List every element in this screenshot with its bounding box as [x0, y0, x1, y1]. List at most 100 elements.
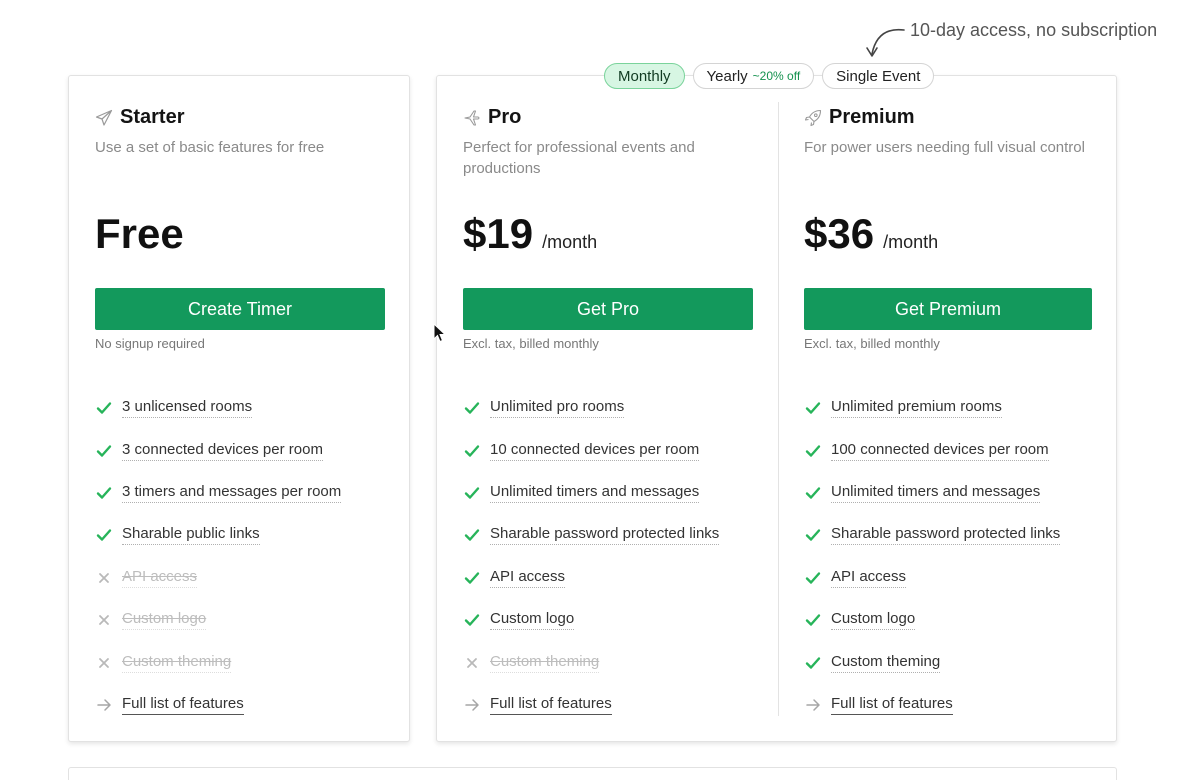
- cta-note: Excl. tax, billed monthly: [463, 336, 599, 351]
- check-icon: [95, 442, 112, 459]
- check-icon: [463, 484, 480, 501]
- plan-header: Starter: [95, 106, 184, 129]
- full-features-link[interactable]: Full list of features: [463, 684, 753, 726]
- create-timer-button[interactable]: Create Timer: [95, 288, 385, 330]
- cross-icon: [95, 654, 112, 671]
- feature-label: 100 connected devices per room: [831, 441, 1049, 461]
- plan-name: Premium: [829, 106, 915, 128]
- plan-name: Starter: [120, 106, 185, 128]
- plan-header: Pro: [463, 106, 521, 129]
- full-features-link[interactable]: Full list of features: [804, 684, 1092, 726]
- feature-label: Sharable password protected links: [490, 525, 720, 546]
- feature-item: 10 connected devices per room: [463, 429, 753, 471]
- column-divider: [778, 102, 779, 716]
- airplane-icon: [464, 109, 480, 126]
- feature-item: Custom logo: [804, 599, 1092, 641]
- feature-item: API access: [95, 557, 385, 599]
- feature-label: 10 connected devices per room: [490, 441, 700, 461]
- single-event-annotation: 10-day access, no subscription: [910, 20, 1158, 40]
- paper-plane-icon: [95, 109, 113, 126]
- check-icon: [95, 527, 112, 544]
- feature-label: Custom logo: [831, 610, 916, 631]
- cross-icon: [95, 612, 112, 629]
- feature-item: Custom logo: [95, 599, 385, 641]
- plan-header: Premium: [804, 106, 915, 129]
- arrow-right-icon: [95, 696, 112, 713]
- plan-description: Use a set of basic features for free: [95, 139, 325, 156]
- feature-label: Unlimited timers and messages: [831, 483, 1041, 503]
- feature-label[interactable]: Full list of features: [122, 695, 244, 715]
- feature-label: Custom theming: [490, 653, 600, 673]
- feature-label: Sharable password protected links: [831, 525, 1061, 546]
- feature-label: 3 timers and messages per room: [122, 483, 342, 503]
- toggle-yearly-label: Yearly: [706, 67, 748, 85]
- toggle-single-event-label: Single Event: [836, 67, 921, 85]
- next-section-card: [68, 767, 1117, 780]
- check-icon: [95, 400, 112, 417]
- feature-item: 3 timers and messages per room: [95, 472, 385, 514]
- feature-item: Sharable password protected links: [463, 514, 753, 556]
- price-row: $19 /month: [463, 210, 597, 258]
- feature-item: Sharable public links: [95, 514, 385, 556]
- check-icon: [804, 612, 821, 629]
- feature-label[interactable]: Full list of features: [831, 695, 953, 715]
- toggle-yearly[interactable]: Yearly ~20% off: [692, 63, 815, 89]
- price-period: /month: [883, 232, 939, 252]
- feature-item: API access: [463, 557, 753, 599]
- discount-badge: ~20% off: [752, 69, 801, 83]
- check-icon: [463, 612, 480, 629]
- check-icon: [463, 442, 480, 459]
- feature-label: Unlimited timers and messages: [490, 483, 700, 503]
- check-icon: [804, 400, 821, 417]
- feature-list: Unlimited pro rooms 10 connected devices …: [463, 387, 753, 726]
- feature-item: Sharable password protected links: [804, 514, 1092, 556]
- check-icon: [95, 484, 112, 501]
- feature-label: 3 connected devices per room: [122, 441, 323, 461]
- plan-name: Pro: [488, 106, 522, 128]
- feature-item: 3 connected devices per room: [95, 429, 385, 471]
- get-pro-button[interactable]: Get Pro: [463, 288, 753, 330]
- feature-label: Custom logo: [122, 610, 207, 631]
- feature-item: Custom theming: [463, 641, 753, 683]
- feature-list: 3 unlicensed rooms 3 connected devices pe…: [95, 387, 385, 726]
- rocket-icon: [804, 109, 822, 126]
- paid-plans-card: Pro Perfect for professional events and …: [436, 75, 1117, 742]
- plan-description: For power users needing full visual cont…: [804, 139, 1085, 156]
- feature-item: Custom theming: [804, 641, 1092, 683]
- get-premium-button[interactable]: Get Premium: [804, 288, 1092, 330]
- check-icon: [804, 484, 821, 501]
- check-icon: [804, 569, 821, 586]
- feature-item: Custom logo: [463, 599, 753, 641]
- feature-label: Sharable public links: [122, 525, 260, 546]
- mouse-cursor-icon: [433, 323, 447, 343]
- feature-label[interactable]: Full list of features: [490, 695, 612, 715]
- feature-item: Unlimited timers and messages: [463, 472, 753, 514]
- feature-list: Unlimited premium rooms 100 connected dev…: [804, 387, 1092, 726]
- price-row: Free: [95, 210, 193, 258]
- feature-item: Unlimited pro rooms: [463, 387, 753, 429]
- check-icon: [463, 400, 480, 417]
- cta-note: No signup required: [95, 336, 205, 351]
- feature-label: Unlimited pro rooms: [490, 398, 625, 419]
- price-amount: $36: [804, 210, 875, 257]
- cta-note: Excl. tax, billed monthly: [804, 336, 940, 351]
- feature-label: API access: [122, 568, 198, 588]
- toggle-monthly[interactable]: Monthly: [604, 63, 685, 89]
- toggle-single-event[interactable]: Single Event: [822, 63, 935, 89]
- feature-label: Unlimited premium rooms: [831, 398, 1002, 419]
- check-icon: [804, 442, 821, 459]
- price-amount: Free: [95, 210, 184, 257]
- plan-description: Perfect for professional events and prod…: [463, 139, 695, 177]
- arrow-right-icon: [804, 696, 821, 713]
- feature-item: Unlimited timers and messages: [804, 472, 1092, 514]
- curved-arrow-icon: [866, 28, 905, 57]
- feature-item: 100 connected devices per room: [804, 429, 1092, 471]
- feature-item: 3 unlicensed rooms: [95, 387, 385, 429]
- feature-label: Custom theming: [831, 653, 941, 673]
- price-period: /month: [542, 232, 598, 252]
- full-features-link[interactable]: Full list of features: [95, 684, 385, 726]
- arrow-right-icon: [463, 696, 480, 713]
- feature-item: API access: [804, 557, 1092, 599]
- check-icon: [463, 527, 480, 544]
- feature-label: API access: [490, 568, 566, 588]
